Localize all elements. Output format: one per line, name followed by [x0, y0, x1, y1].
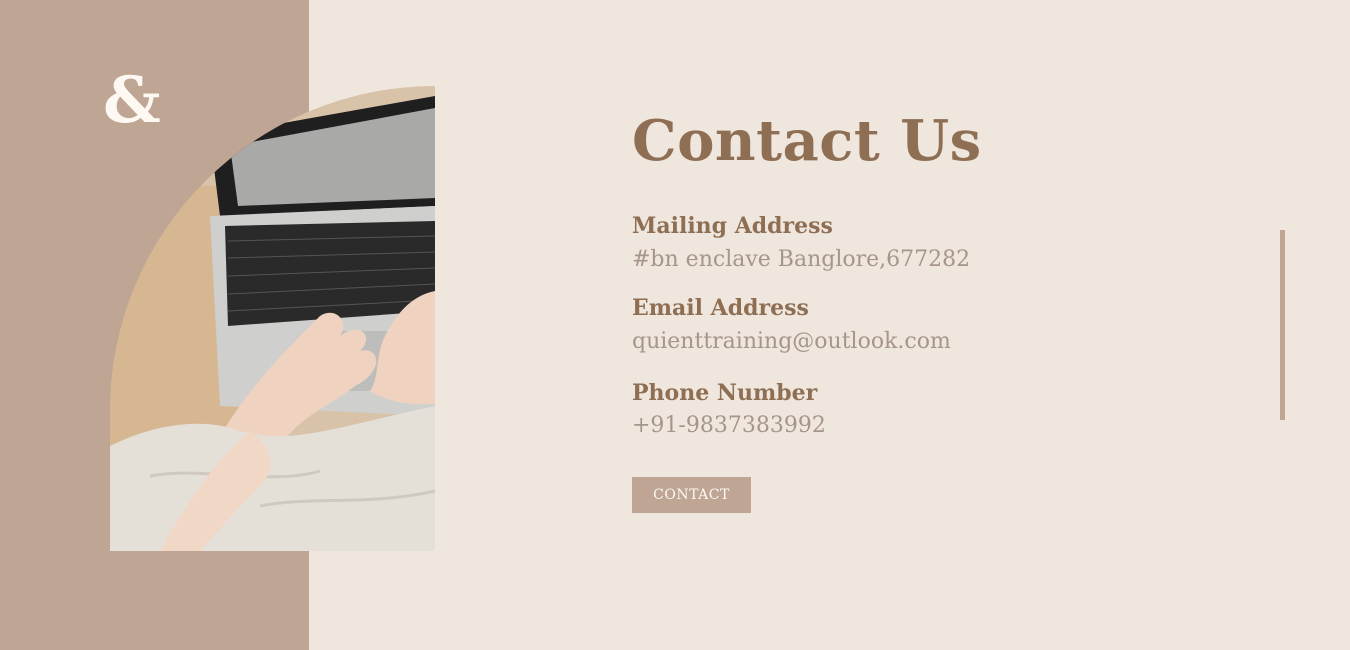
mailing-address-value: #bn enclave Banglore,677282	[632, 247, 971, 272]
phone-number-label: Phone Number	[632, 380, 818, 406]
email-address-label: Email Address	[632, 295, 809, 321]
contact-button[interactable]: CONTACT	[632, 477, 751, 513]
email-address-value: quienttraining@outlook.com	[632, 329, 951, 354]
laptop-photo	[110, 86, 435, 551]
decorative-vertical-line	[1280, 230, 1285, 420]
page-title: Contact Us	[632, 108, 982, 174]
mailing-address-label: Mailing Address	[632, 213, 833, 239]
phone-number-value: +91-9837383992	[632, 413, 826, 438]
